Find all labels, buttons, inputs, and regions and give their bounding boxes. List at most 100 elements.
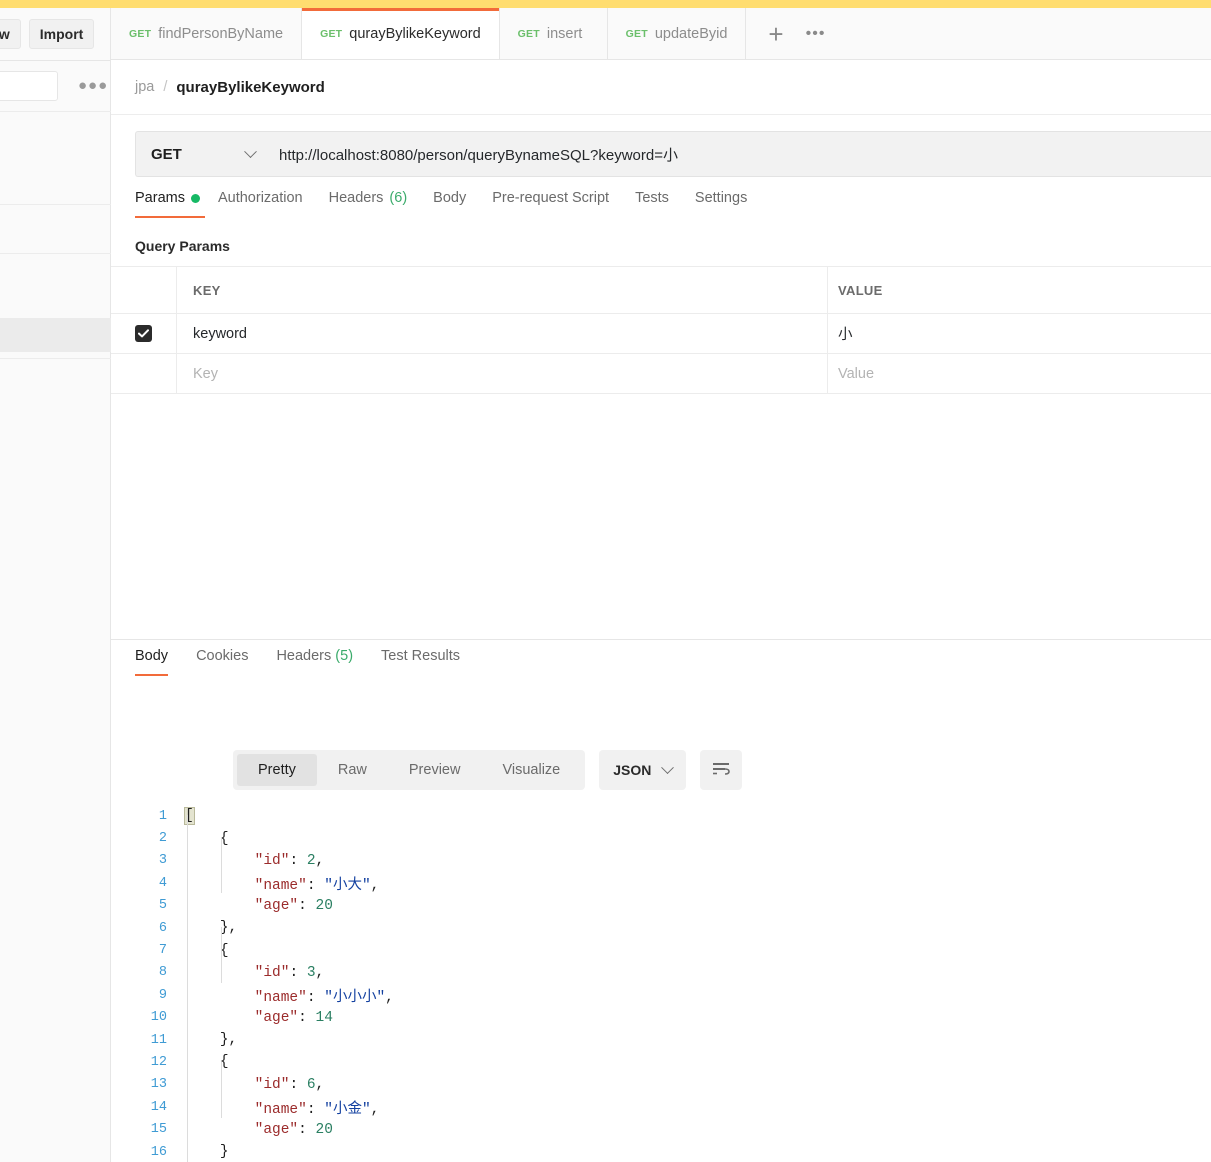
empty-checkbox-cell [111, 354, 177, 393]
line-number: 13 [150, 1077, 167, 1093]
line-number: 14 [150, 1099, 167, 1115]
sidebar-button-row: New Import [0, 8, 111, 61]
code-line-text: }, [185, 1032, 237, 1048]
tab-pre-request-script[interactable]: Pre-request Script [492, 190, 627, 218]
code-token: "name" [254, 1101, 307, 1118]
sidebar-divider [0, 111, 111, 112]
view-visualize-button[interactable]: Visualize [481, 754, 581, 786]
sidebar-selected-item[interactable] [0, 318, 111, 352]
code-line-text: "id": 2, [185, 852, 325, 869]
code-line-text: "name": "小大", [185, 873, 380, 894]
tab-headers-count: (6) [389, 190, 408, 206]
code-line: 7 { [135, 939, 1211, 961]
response-tab-cookies[interactable]: Cookies [196, 648, 248, 676]
request-tab-findPersonByName[interactable]: GET findPersonByName [111, 8, 303, 59]
ellipsis-icon[interactable]: ●●● [78, 78, 108, 93]
code-token: 14 [315, 1009, 333, 1026]
response-tab-body[interactable]: Body [135, 648, 169, 676]
code-token: , [385, 989, 394, 1006]
top-banner [0, 0, 1211, 8]
response-view-bar: Pretty Raw Preview Visualize JSON [233, 750, 743, 790]
plus-icon[interactable]: + [768, 21, 783, 47]
view-raw-button[interactable]: Raw [317, 754, 388, 786]
code-line: 6 }, [135, 917, 1211, 939]
line-number: 16 [150, 1144, 167, 1160]
row-key-cell[interactable]: keyword [177, 314, 828, 353]
view-pretty-button[interactable]: Pretty [237, 754, 317, 786]
response-body-code[interactable]: 1[2 {3 "id": 2, 4 "name": "小大", 5 "age": 2… [135, 805, 1211, 1162]
code-token: } [219, 1032, 229, 1049]
chevron-down-icon [244, 144, 257, 158]
tab-settings[interactable]: Settings [695, 190, 765, 218]
line-number: 15 [150, 1122, 167, 1138]
code-token: : [298, 1009, 316, 1026]
code-token: , [315, 852, 325, 869]
code-token: : [298, 1121, 316, 1138]
line-number: 8 [158, 965, 167, 981]
tab-params[interactable]: Params [135, 190, 210, 218]
code-line: 10 "age": 14 [135, 1007, 1211, 1029]
empty-key-cell[interactable]: Key [177, 354, 828, 393]
import-button[interactable]: Import [28, 19, 95, 49]
request-tab-insert[interactable]: GET insert [499, 8, 608, 59]
table-row[interactable]: keyword 小 [111, 314, 1211, 354]
line-number: 1 [158, 808, 167, 824]
request-pane: jpa / qurayBylikeKeyword GET http://loca… [111, 60, 1211, 1162]
tab-body-label: Body [433, 190, 467, 206]
response-tab-headers-label: Headers [276, 648, 332, 664]
response-tabs: Body Cookies Headers (5) Test Results [135, 648, 488, 676]
response-tab-test-results[interactable]: Test Results [381, 648, 460, 676]
breadcrumb-root[interactable]: jpa [135, 79, 154, 95]
code-line-text: "age": 20 [185, 898, 333, 914]
request-section-tabs: Params Authorization Headers (6) Body Pr… [135, 190, 1211, 230]
code-token: 20 [315, 897, 333, 914]
code-token: : [306, 1101, 325, 1118]
row-enabled-checkbox[interactable] [135, 325, 152, 342]
tab-method-label: GET [517, 27, 540, 40]
indent-guide [221, 837, 222, 893]
line-number: 6 [158, 920, 167, 936]
http-method-label: GET [151, 145, 182, 163]
code-line-text: "name": "小金", [185, 1097, 380, 1118]
code-token: : [289, 964, 307, 981]
tab-method-label: GET [320, 27, 343, 40]
tab-headers-label: Headers [328, 190, 384, 206]
value-placeholder: Value [838, 365, 875, 382]
request-tab-updateByid[interactable]: GET updateByid [607, 8, 747, 59]
view-preview-button[interactable]: Preview [388, 754, 482, 786]
code-token: : [289, 852, 307, 869]
tab-headers[interactable]: Headers (6) [329, 190, 426, 218]
response-tab-headers-count: (5) [335, 648, 354, 664]
sidebar-search-input[interactable] [0, 71, 58, 101]
request-tab-qurayBylikeKeyword[interactable]: GET qurayBylikeKeyword [302, 8, 500, 59]
response-tab-headers[interactable]: Headers (5) [276, 648, 353, 676]
code-line: 3 "id": 2, [135, 850, 1211, 872]
new-button[interactable]: New [0, 19, 21, 49]
page-title: qurayBylikeKeyword [176, 78, 325, 96]
code-token: 2 [306, 852, 316, 869]
code-line-text: "age": 20 [185, 1122, 333, 1138]
sidebar: New Import ●●● [0, 8, 111, 1162]
word-wrap-button[interactable] [700, 750, 743, 790]
code-token: , [228, 1032, 238, 1049]
code-line: 8 "id": 3, [135, 962, 1211, 984]
empty-value-cell[interactable]: Value [828, 354, 1211, 393]
code-token: "age" [254, 897, 299, 914]
http-method-select[interactable]: GET [135, 131, 269, 177]
tab-body[interactable]: Body [433, 190, 484, 218]
params-modified-dot [190, 193, 200, 203]
code-token: } [219, 1144, 229, 1161]
response-format-select[interactable]: JSON [599, 750, 687, 790]
ellipsis-icon[interactable]: ••• [806, 25, 826, 41]
tab-authorization[interactable]: Authorization [218, 190, 321, 218]
row-value-cell[interactable]: 小 [828, 314, 1211, 353]
request-tab-strip: GET findPersonByName GET qurayBylikeKeyw… [111, 8, 1211, 60]
code-line: 9 "name": "小小小", [135, 984, 1211, 1006]
url-input[interactable]: http://localhost:8080/person/queryByname… [269, 131, 1211, 177]
line-number: 7 [158, 943, 167, 959]
header-checkbox-cell [111, 267, 177, 313]
header-key-cell: KEY [177, 267, 828, 313]
column-header-value: VALUE [838, 282, 883, 298]
tab-tests[interactable]: Tests [635, 190, 687, 218]
table-row-empty[interactable]: Key Value [111, 354, 1211, 394]
